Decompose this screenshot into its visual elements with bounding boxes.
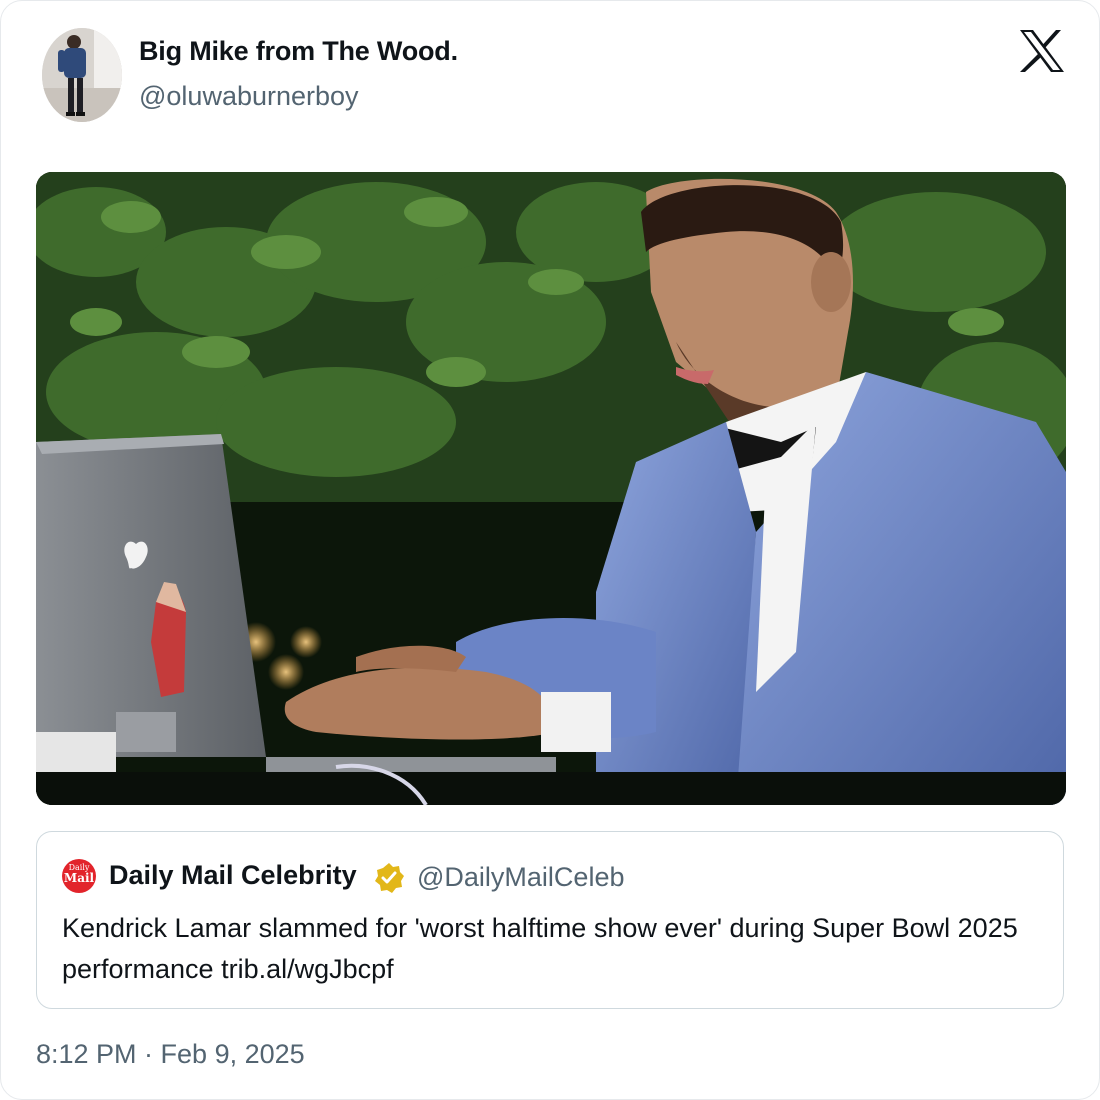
quoted-post-text: Kendrick Lamar slammed for 'worst halfti… [62,913,1018,984]
quoted-display-name[interactable]: Daily Mail Celebrity [109,860,357,891]
daily-mail-logo[interactable]: Daily Mail [62,859,96,893]
gold-verified-badge-icon [373,862,405,894]
x-logo-icon[interactable] [1019,29,1065,73]
quoted-post[interactable]: Daily Mail Daily Mail Celebrity @DailyMa… [36,831,1064,1009]
post-media-photo[interactable] [36,172,1066,805]
quoted-handle[interactable]: @DailyMailCeleb [417,862,624,893]
post-card: Big Mike from The Wood. @oluwaburnerboy [0,0,1100,1100]
logo-line2: Mail [63,871,95,885]
avatar[interactable] [42,28,122,122]
author-handle[interactable]: @oluwaburnerboy [139,81,359,112]
author-display-name[interactable]: Big Mike from The Wood. [139,36,458,67]
post-timestamp[interactable]: 8:12 PM · Feb 9, 2025 [36,1039,305,1070]
avatar-photo [42,28,122,122]
photo-man-at-laptop [36,172,1066,805]
